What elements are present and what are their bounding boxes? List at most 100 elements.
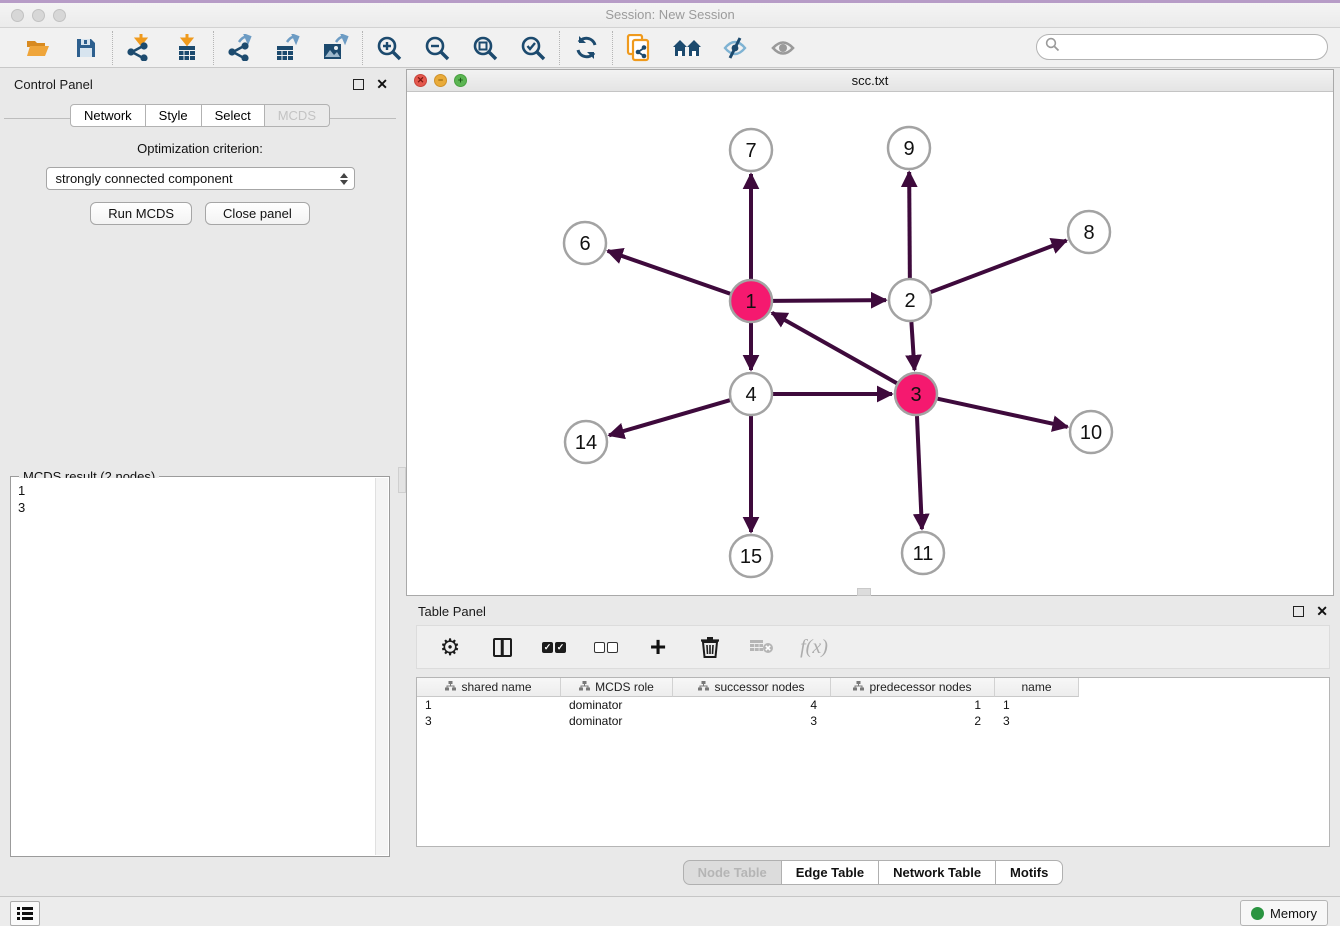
save-session-button[interactable]: [72, 34, 100, 62]
open-session-button[interactable]: [24, 34, 52, 62]
window-title: Session: New Session: [0, 7, 1340, 22]
memory-button[interactable]: Memory: [1240, 900, 1328, 926]
zoom-selected-icon: [520, 35, 546, 61]
network-canvas[interactable]: 1234678910111415: [407, 92, 1333, 595]
close-table-panel-icon[interactable]: ✕: [1316, 606, 1328, 617]
tab-network[interactable]: Network: [70, 104, 146, 127]
tab-node-table[interactable]: Node Table: [683, 860, 782, 885]
memory-label: Memory: [1270, 906, 1317, 921]
graph-edge-3-1[interactable]: [772, 313, 897, 383]
network-graph[interactable]: 1234678910111415: [407, 92, 1333, 595]
close-panel-button[interactable]: Close panel: [205, 202, 310, 225]
zoom-out-button[interactable]: [423, 34, 451, 62]
task-history-button[interactable]: [10, 901, 40, 926]
column-header-MCDS-role[interactable]: MCDS role: [561, 678, 673, 697]
graph-edge-2-3[interactable]: [911, 322, 914, 370]
horizontal-splitter-grip[interactable]: [857, 588, 871, 596]
column-header-name[interactable]: name: [995, 678, 1079, 697]
network-view-window: ✕ − + scc.txt 1234678910111415: [406, 69, 1334, 596]
cell-predecessor_nodes[interactable]: 2: [831, 713, 995, 729]
search-input[interactable]: [1036, 34, 1328, 60]
float-table-panel-icon[interactable]: [1293, 606, 1304, 617]
tab-style[interactable]: Style: [146, 104, 202, 127]
graph-node-label-8: 8: [1083, 222, 1094, 244]
deselect-checkboxes-icon[interactable]: [591, 642, 621, 653]
graph-edge-4-14[interactable]: [609, 400, 730, 435]
graph-edge-1-6[interactable]: [608, 251, 731, 294]
table-row[interactable]: 1dominator411: [417, 697, 1329, 713]
cell-mcds_role[interactable]: dominator: [561, 713, 673, 729]
maximize-icon[interactable]: +: [454, 74, 467, 87]
table-panel-tabs: Node Table Edge Table Network Table Moti…: [406, 860, 1340, 885]
table-row[interactable]: 3dominator323: [417, 713, 1329, 729]
column-header-successor-nodes[interactable]: successor nodes: [673, 678, 831, 697]
home-houses-icon: [672, 36, 702, 60]
minimize-icon[interactable]: −: [434, 74, 447, 87]
mcds-result-text[interactable]: 1 3: [12, 478, 375, 855]
cell-name[interactable]: 1: [995, 697, 1079, 713]
graph-node-label-1: 1: [745, 291, 756, 313]
float-panel-icon[interactable]: [353, 79, 364, 90]
graph-edge-1-2[interactable]: [773, 300, 886, 301]
sort-tree-icon: [445, 680, 456, 694]
show-view-button[interactable]: [769, 34, 797, 62]
cell-name[interactable]: 3: [995, 713, 1079, 729]
control-panel: Control Panel ✕ Network Style Select MCD…: [0, 71, 400, 887]
refresh-icon: [574, 35, 599, 60]
import-network-button[interactable]: [125, 34, 153, 62]
run-mcds-button[interactable]: Run MCDS: [90, 202, 192, 225]
settings-gear-icon[interactable]: ⚙: [435, 636, 465, 659]
search-icon: [1045, 37, 1060, 57]
graph-edge-3-11[interactable]: [917, 416, 922, 529]
save-floppy-icon: [74, 36, 98, 60]
graph-edge-3-10[interactable]: [937, 399, 1067, 427]
mcds-result-scrollbar[interactable]: [375, 478, 388, 855]
cell-predecessor_nodes[interactable]: 1: [831, 697, 995, 713]
criterion-select[interactable]: strongly connected component: [46, 167, 355, 190]
close-panel-icon[interactable]: ✕: [376, 79, 388, 90]
export-network-button[interactable]: [226, 34, 254, 62]
mcds-result-box: MCDS result (2 nodes) 1 3: [10, 476, 390, 857]
graph-edge-2-8[interactable]: [931, 241, 1067, 293]
export-table-icon: [275, 34, 301, 61]
graph-node-label-11: 11: [913, 543, 934, 565]
zoom-in-button[interactable]: [375, 34, 403, 62]
control-panel-title: Control Panel: [14, 77, 353, 92]
network-window-titlebar[interactable]: ✕ − + scc.txt: [407, 70, 1333, 92]
cell-successor_nodes[interactable]: 3: [673, 713, 831, 729]
home-view-button[interactable]: [673, 34, 701, 62]
table-panel-title: Table Panel: [418, 604, 1293, 619]
zoom-fit-button[interactable]: [471, 34, 499, 62]
split-columns-icon[interactable]: [487, 638, 517, 657]
cell-shared_name[interactable]: 3: [417, 713, 561, 729]
tab-mcds[interactable]: MCDS: [265, 104, 330, 127]
tab-edge-table[interactable]: Edge Table: [782, 860, 879, 885]
column-header-label: shared name: [461, 680, 531, 694]
zoom-selected-button[interactable]: [519, 34, 547, 62]
node-table-header: shared name MCDS rolesuccessor nodes prede…: [417, 678, 1329, 697]
tab-network-table[interactable]: Network Table: [879, 860, 996, 885]
graph-node-label-9: 9: [903, 138, 914, 160]
export-table-button[interactable]: [274, 34, 302, 62]
cell-successor_nodes[interactable]: 4: [673, 697, 831, 713]
vertical-splitter-grip[interactable]: [398, 467, 406, 493]
export-image-button[interactable]: [322, 34, 350, 62]
delete-column-icon[interactable]: [695, 636, 725, 658]
column-header-shared-name[interactable]: shared name: [417, 678, 561, 697]
graph-edge-2-9[interactable]: [909, 172, 910, 278]
cell-shared_name[interactable]: 1: [417, 697, 561, 713]
graph-node-label-7: 7: [745, 140, 756, 162]
add-column-icon[interactable]: +: [643, 636, 673, 658]
column-header-label: predecessor nodes: [869, 680, 971, 694]
select-all-checkboxes-icon[interactable]: ✓✓: [539, 642, 569, 653]
hide-panels-button[interactable]: [721, 34, 749, 62]
tab-motifs[interactable]: Motifs: [996, 860, 1063, 885]
import-table-button[interactable]: [173, 34, 201, 62]
close-icon[interactable]: ✕: [414, 74, 427, 87]
column-header-predecessor-nodes[interactable]: predecessor nodes: [831, 678, 995, 697]
clone-network-button[interactable]: [625, 34, 653, 62]
refresh-view-button[interactable]: [572, 34, 600, 62]
cell-mcds_role[interactable]: dominator: [561, 697, 673, 713]
tab-select[interactable]: Select: [202, 104, 265, 127]
cytoscape-window: Session: New Session: [0, 0, 1340, 926]
